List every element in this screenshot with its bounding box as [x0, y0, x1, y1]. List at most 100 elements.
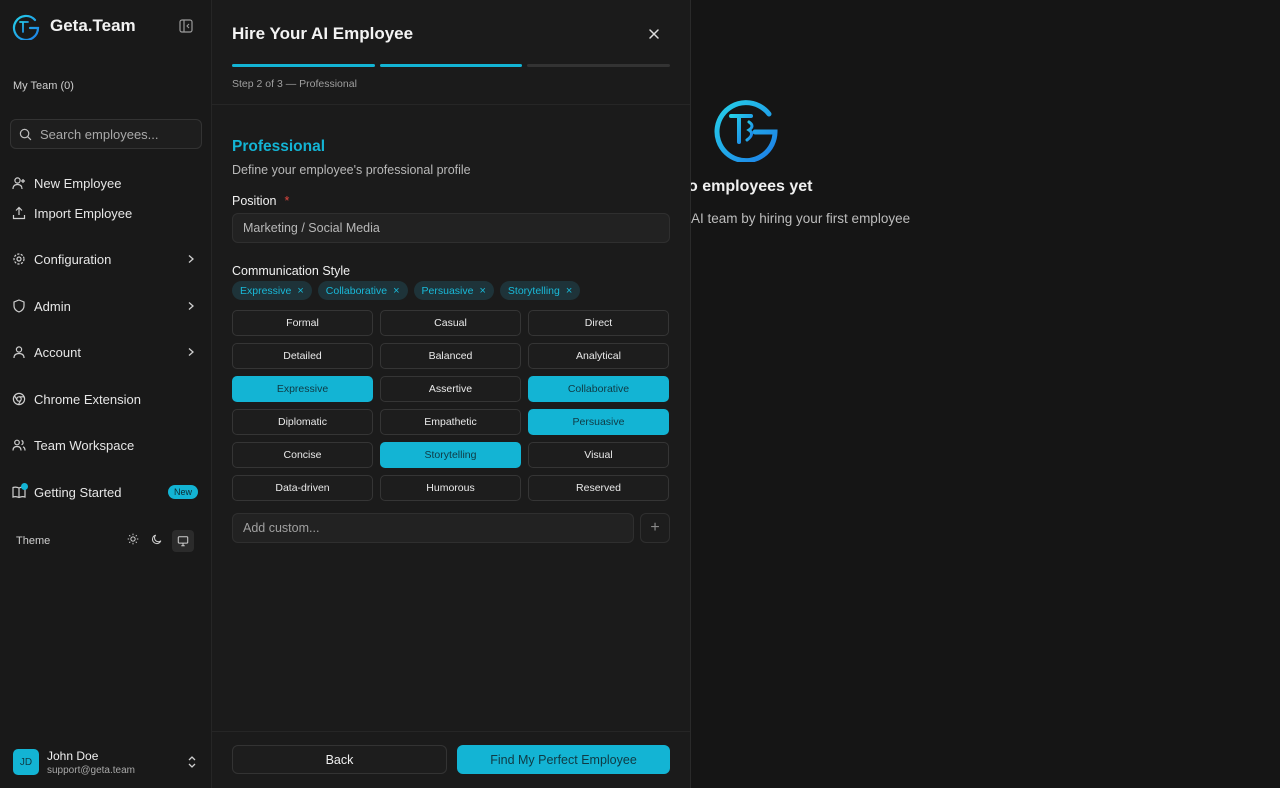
sidebar-item-label: Account: [34, 344, 81, 360]
sidebar-item-label: Admin: [34, 298, 71, 314]
style-option[interactable]: Formal: [232, 310, 373, 336]
style-option[interactable]: Analytical: [528, 343, 669, 369]
sidebar-item-account[interactable]: Account: [12, 341, 200, 363]
section-subtitle: Define your employee's professional prof…: [232, 163, 471, 177]
brand-name: Geta.Team: [50, 16, 136, 35]
chevron-right-icon: [186, 254, 196, 264]
users-icon: [12, 438, 26, 452]
notification-dot: [21, 483, 28, 490]
monitor-icon[interactable]: [172, 530, 194, 552]
find-employee-button[interactable]: Find My Perfect Employee: [457, 745, 670, 774]
style-option[interactable]: Casual: [380, 310, 521, 336]
style-option[interactable]: Detailed: [232, 343, 373, 369]
sidebar-item-chrome-extension[interactable]: Chrome Extension: [12, 388, 200, 410]
selected-chip: Persuasive ×: [413, 281, 494, 300]
sidebar-item-configuration[interactable]: Configuration: [12, 248, 200, 270]
style-option-selected[interactable]: Persuasive: [528, 409, 669, 435]
plus-icon: +: [650, 519, 660, 536]
progress-step-2: [379, 64, 523, 67]
selected-chip: Storytelling ×: [499, 281, 581, 300]
my-team-label[interactable]: My Team (0): [13, 80, 74, 92]
style-option[interactable]: Assertive: [380, 376, 521, 402]
remove-chip-icon[interactable]: ×: [566, 285, 572, 297]
sidebar-item-label: Getting Started: [34, 484, 122, 500]
style-option[interactable]: Visual: [528, 442, 669, 468]
style-option-selected[interactable]: Storytelling: [380, 442, 521, 468]
style-option[interactable]: Diplomatic: [232, 409, 373, 435]
theme-label: Theme: [16, 535, 51, 547]
progress-step-1: [232, 64, 375, 67]
search-input[interactable]: [40, 126, 190, 142]
empty-state-logo: [711, 92, 781, 162]
position-label-text: Position: [232, 194, 277, 208]
step-label: Step 2 of 3 — Professional: [232, 78, 357, 90]
style-option[interactable]: Balanced: [380, 343, 521, 369]
user-email: support@geta.team: [47, 764, 135, 776]
modal-title: Hire Your AI Employee: [232, 24, 414, 43]
chevron-right-icon: [186, 347, 196, 357]
user-icon: [12, 345, 26, 359]
sidebar-item-import-employee[interactable]: Import Employee: [12, 202, 200, 224]
header-divider: [212, 104, 690, 105]
search-icon: [19, 128, 32, 141]
chip-label: Persuasive: [421, 284, 474, 297]
add-custom-button[interactable]: +: [640, 513, 670, 543]
moon-icon[interactable]: [148, 530, 166, 548]
chevrons-up-down-icon[interactable]: [187, 755, 197, 769]
style-option-selected[interactable]: Expressive: [232, 376, 373, 402]
sidebar-item-admin[interactable]: Admin: [12, 295, 200, 317]
back-button[interactable]: Back: [232, 745, 447, 774]
sidebar-item-label: Import Employee: [34, 205, 133, 221]
sidebar-item-new-employee[interactable]: New Employee: [12, 172, 200, 194]
shield-icon: [12, 299, 26, 313]
style-option[interactable]: Humorous: [380, 475, 521, 501]
sidebar-item-team-workspace[interactable]: Team Workspace: [12, 434, 200, 456]
progress-step-3: [527, 64, 671, 67]
gear-icon: [12, 252, 26, 266]
hire-employee-modal: Hire Your AI Employee Step 2 of 3 — Prof…: [212, 0, 691, 788]
empty-state-subtitle: AI team by hiring your first employee: [691, 211, 911, 226]
section-title: Professional: [232, 138, 326, 155]
custom-style-input[interactable]: [243, 521, 623, 535]
custom-style-box: [232, 513, 634, 543]
style-option[interactable]: Empathetic: [380, 409, 521, 435]
remove-chip-icon[interactable]: ×: [393, 285, 399, 297]
sidebar-item-getting-started[interactable]: Getting Started New: [12, 481, 200, 503]
sun-icon[interactable]: [124, 530, 142, 548]
position-field[interactable]: Marketing / Social Media: [232, 213, 670, 243]
style-options-grid: Formal Casual Direct Detailed Balanced A…: [232, 310, 670, 501]
selected-chip: Expressive ×: [232, 281, 312, 300]
chevron-right-icon: [186, 301, 196, 311]
sidebar-item-label: Team Workspace: [34, 437, 135, 453]
required-mark: *: [284, 194, 290, 208]
sidebar-item-label: New Employee: [34, 175, 122, 191]
user-menu[interactable]: JD John Doe support@geta.team: [13, 747, 201, 777]
sidebar-item-label: Configuration: [34, 251, 112, 267]
selected-chip: Collaborative ×: [317, 281, 408, 300]
chrome-icon: [12, 392, 26, 406]
style-option-selected[interactable]: Collaborative: [528, 376, 669, 402]
footer-divider: [212, 731, 690, 732]
style-option[interactable]: Reserved: [528, 475, 669, 501]
book-open-icon: [12, 483, 28, 499]
selected-styles: Expressive × Collaborative × Persuasive × S…: [232, 281, 581, 300]
empty-state-title: o employees yet: [688, 178, 813, 195]
sidebar: Geta.Team My Team (0) New Employee Impor…: [0, 0, 212, 788]
style-option[interactable]: Data-driven: [232, 475, 373, 501]
remove-chip-icon[interactable]: ×: [479, 285, 485, 297]
upload-icon: [12, 206, 26, 220]
search-box: [10, 119, 202, 149]
chip-label: Storytelling: [507, 284, 560, 297]
theme-switcher: Theme: [16, 530, 196, 552]
user-name: John Doe: [47, 748, 99, 763]
brand[interactable]: Geta.Team: [12, 12, 136, 40]
style-option[interactable]: Concise: [232, 442, 373, 468]
close-icon[interactable]: [648, 28, 660, 40]
geta-logo-icon: [12, 12, 40, 40]
remove-chip-icon[interactable]: ×: [297, 285, 303, 297]
communication-style-label: Communication Style: [232, 264, 351, 278]
sidebar-collapse-icon[interactable]: [179, 19, 193, 33]
avatar: JD: [13, 749, 39, 775]
style-option[interactable]: Direct: [528, 310, 669, 336]
new-badge: New: [167, 485, 198, 499]
